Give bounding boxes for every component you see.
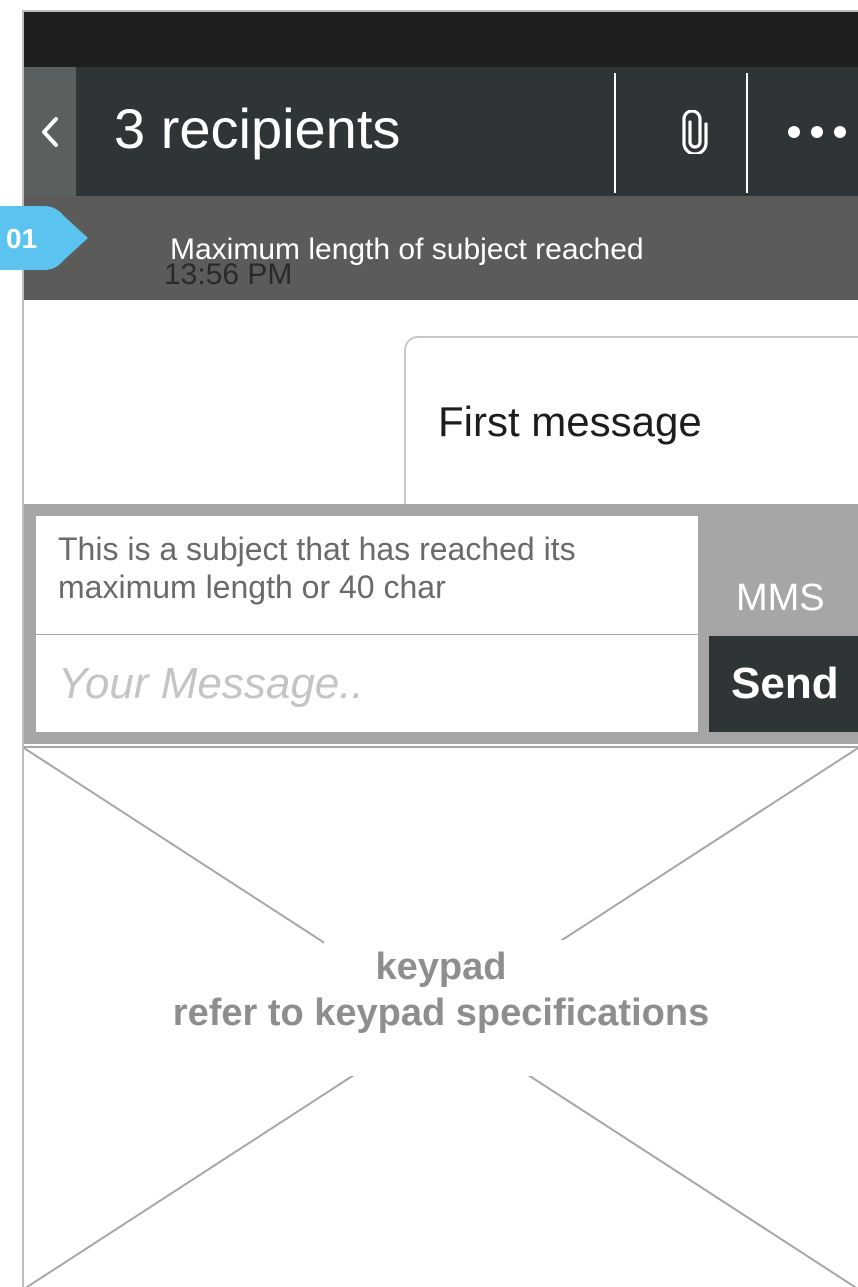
conversation-header: 3 recipients [24, 67, 858, 196]
header-divider [614, 73, 616, 193]
composer-divider [36, 634, 698, 635]
chevron-left-icon [42, 116, 58, 147]
status-bar [24, 12, 858, 67]
ellipsis-icon [788, 125, 846, 138]
more-options-button[interactable] [776, 67, 858, 196]
paperclip-icon [682, 109, 708, 154]
keypad-placeholder[interactable]: keypad refer to keypad specifications [24, 746, 858, 1287]
send-button[interactable]: Send [709, 636, 858, 732]
attach-button[interactable] [641, 67, 749, 196]
keypad-placeholder-cross [24, 748, 858, 1287]
mms-indicator: MMS [736, 577, 825, 619]
message-timestamp: 13:56 PM [164, 258, 293, 291]
header-divider [746, 73, 748, 193]
page-title: 3 recipients [114, 97, 401, 160]
screen: 3 recipients Maximum length of subject r… [0, 0, 858, 1287]
back-button[interactable] [24, 67, 76, 196]
subject-field[interactable]: This is a subject that has reached its m… [36, 530, 676, 606]
message-input[interactable] [36, 636, 698, 732]
subject-limit-notice: Maximum length of subject reached 13:56 … [24, 196, 858, 300]
message-text: First message [438, 398, 702, 445]
annotation-badge-number: 01 [6, 223, 38, 254]
